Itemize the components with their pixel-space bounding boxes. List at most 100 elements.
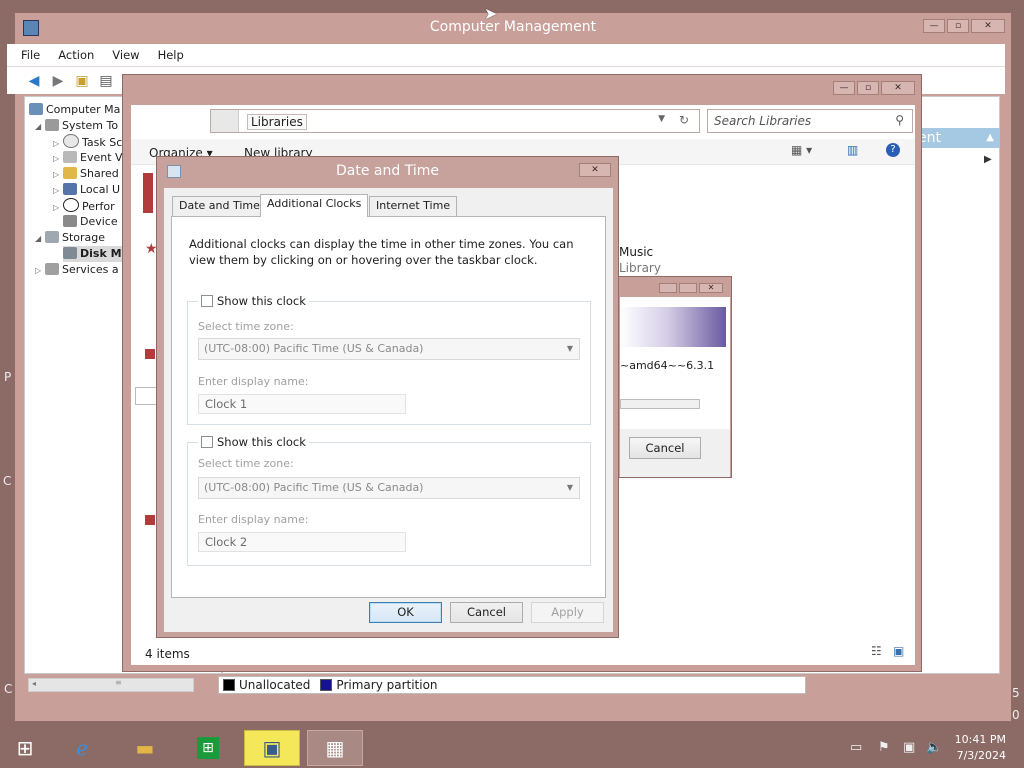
ok-button[interactable]: OK <box>369 602 442 623</box>
store-icon[interactable]: ⊞ <box>180 730 236 766</box>
legend-unallocated: Unallocated <box>239 678 311 692</box>
clock-icon <box>63 134 79 148</box>
clock1-legend: Show this clock <box>198 294 309 308</box>
clock1-timezone-label: Select time zone: <box>198 320 294 333</box>
internet-explorer-icon[interactable]: ℯ <box>54 730 110 766</box>
expand-icon[interactable]: ▷ <box>35 263 45 279</box>
event-viewer-icon <box>63 151 77 163</box>
clock-time: 10:41 PM <box>954 733 1006 746</box>
refresh-icon[interactable]: ↻ <box>679 113 689 127</box>
maximize-button[interactable]: ▫ <box>857 81 879 95</box>
menu-view[interactable]: View <box>112 48 139 62</box>
search-box[interactable]: Search Libraries ⚲ <box>707 109 913 133</box>
network-icon[interactable]: ▣ <box>903 740 915 755</box>
taskbar-clock[interactable]: 10:41 PM 7/3/2024 <box>955 732 1006 764</box>
expand-icon[interactable]: ▷ <box>53 151 63 167</box>
computer-management-taskbar-icon[interactable]: ▣ <box>244 730 300 766</box>
preview-pane-icon[interactable]: ▥ <box>847 143 858 157</box>
tree-item[interactable]: ◢ System To <box>35 118 118 134</box>
progress-text: ~amd64~~6.3.1 <box>620 359 715 372</box>
tree-item[interactable]: ▷ Shared <box>53 166 119 182</box>
caption-buttons: — ▫ ✕ <box>923 19 1005 33</box>
start-windows-icon[interactable]: ⊞ <box>0 730 50 766</box>
breadcrumb[interactable]: Libraries <box>247 114 307 130</box>
show-hide-tree-icon[interactable]: ▤ <box>97 73 115 89</box>
search-icon[interactable]: ⚲ <box>895 113 904 127</box>
library-item-fragment <box>145 349 155 359</box>
tab-date-and-time[interactable]: Date and Time <box>172 196 267 216</box>
clock1-show-label[interactable]: Show this clock <box>217 294 306 308</box>
tab-internet-time[interactable]: Internet Time <box>369 196 458 216</box>
submenu-arrow-icon[interactable]: ▶ <box>984 154 992 165</box>
clock-date: 7/3/2024 <box>956 749 1006 762</box>
expand-icon[interactable]: ▷ <box>53 183 63 199</box>
additional-clocks-panel: Additional clocks can display the time i… <box>171 216 606 598</box>
apply-button[interactable]: Apply <box>531 602 604 623</box>
expand-icon[interactable]: ▷ <box>53 167 63 183</box>
cancel-button[interactable]: Cancel <box>629 437 701 459</box>
close-button[interactable]: ✕ <box>971 19 1005 33</box>
volume-muted-icon[interactable]: 🔈 <box>926 740 942 755</box>
maximize-button[interactable]: ▫ <box>947 19 969 33</box>
collapse-icon[interactable]: ▲ <box>986 128 994 148</box>
forward-arrow-icon[interactable]: ▶ <box>49 73 67 89</box>
tree-item-label: Device <box>80 215 118 228</box>
address-bar[interactable]: Libraries ▼ ↻ <box>210 109 700 133</box>
chevron-down-icon[interactable]: ▼ <box>658 114 665 124</box>
clock2-display-name-input[interactable]: Clock 2 <box>198 532 406 552</box>
status-bar: 4 items ☷ ▣ <box>131 639 915 665</box>
scroll-left-icon[interactable]: ◂ <box>32 679 36 688</box>
close-button[interactable]: ✕ <box>881 81 915 95</box>
clock2-show-checkbox[interactable] <box>201 436 213 448</box>
libraries-location-icon <box>211 110 239 132</box>
disk-legend: Unallocated Primary partition <box>218 676 806 694</box>
view-options-icon[interactable]: ▦ ▾ <box>791 143 812 157</box>
tree-item[interactable]: ▷ Services a <box>35 262 119 278</box>
battery-icon[interactable]: ▭ <box>850 740 862 755</box>
menu-file[interactable]: File <box>21 48 40 62</box>
chevron-down-icon: ▼ <box>566 483 573 492</box>
horizontal-scrollbar[interactable]: ◂ ≡ <box>28 678 194 692</box>
expand-icon[interactable]: ◢ <box>35 119 45 135</box>
clock1-show-checkbox[interactable] <box>201 295 213 307</box>
maximize-button[interactable] <box>679 283 697 293</box>
intro-text: Additional clocks can display the time i… <box>189 237 574 267</box>
music-library-name[interactable]: Music <box>619 245 653 259</box>
expand-icon[interactable]: ◢ <box>35 231 45 247</box>
cancel-button[interactable]: Cancel <box>450 602 523 623</box>
large-icons-view-icon[interactable]: ▣ <box>893 644 904 658</box>
tree-item-label: Perfor <box>82 200 115 213</box>
library-item-fragment <box>143 173 153 213</box>
details-view-icon[interactable]: ☷ <box>871 644 882 658</box>
action-center-flag-icon[interactable]: ⚑ <box>878 740 890 755</box>
clock2-timezone-select[interactable]: (UTC-08:00) Pacific Time (US & Canada) ▼ <box>198 477 580 499</box>
clock1-timezone-select[interactable]: (UTC-08:00) Pacific Time (US & Canada) ▼ <box>198 338 580 360</box>
scroll-thumb-grip-icon[interactable]: ≡ <box>115 678 122 687</box>
menu-action[interactable]: Action <box>58 48 94 62</box>
clock2-show-label[interactable]: Show this clock <box>217 435 306 449</box>
desktop-fragment: C <box>4 682 13 696</box>
file-explorer-icon[interactable]: ▬ <box>117 730 173 766</box>
close-button[interactable]: ✕ <box>579 163 611 177</box>
tree-item[interactable]: ◢ Storage <box>35 230 105 246</box>
menu-help[interactable]: Help <box>158 48 184 62</box>
clock1-display-name-input[interactable]: Clock 1 <box>198 394 406 414</box>
tree-item[interactable]: ▷ Local U <box>53 182 120 198</box>
minimize-button[interactable]: — <box>833 81 855 95</box>
expand-icon[interactable]: ▷ <box>53 200 63 216</box>
tab-additional-clocks[interactable]: Additional Clocks <box>260 194 369 217</box>
up-folder-icon[interactable]: ▣ <box>73 73 91 89</box>
date-time-taskbar-icon[interactable]: ▦ <box>307 730 363 766</box>
desktop-fragment: 5 <box>1012 686 1020 700</box>
tree-item[interactable]: Device <box>63 214 118 230</box>
close-button[interactable]: ✕ <box>699 283 723 293</box>
help-icon[interactable]: ? <box>886 143 900 157</box>
tree-item[interactable]: ▷ Task Sc <box>53 134 122 150</box>
minimize-button[interactable]: — <box>923 19 945 33</box>
tree-item[interactable]: ▷ Perfor <box>53 198 115 214</box>
tree-item[interactable]: ▷ Event V <box>53 150 123 166</box>
tree-item-label: Storage <box>62 231 106 244</box>
minimize-button[interactable] <box>659 283 677 293</box>
back-arrow-icon[interactable]: ◀ <box>25 73 43 89</box>
tree-item[interactable]: Computer Ma <box>29 102 120 118</box>
